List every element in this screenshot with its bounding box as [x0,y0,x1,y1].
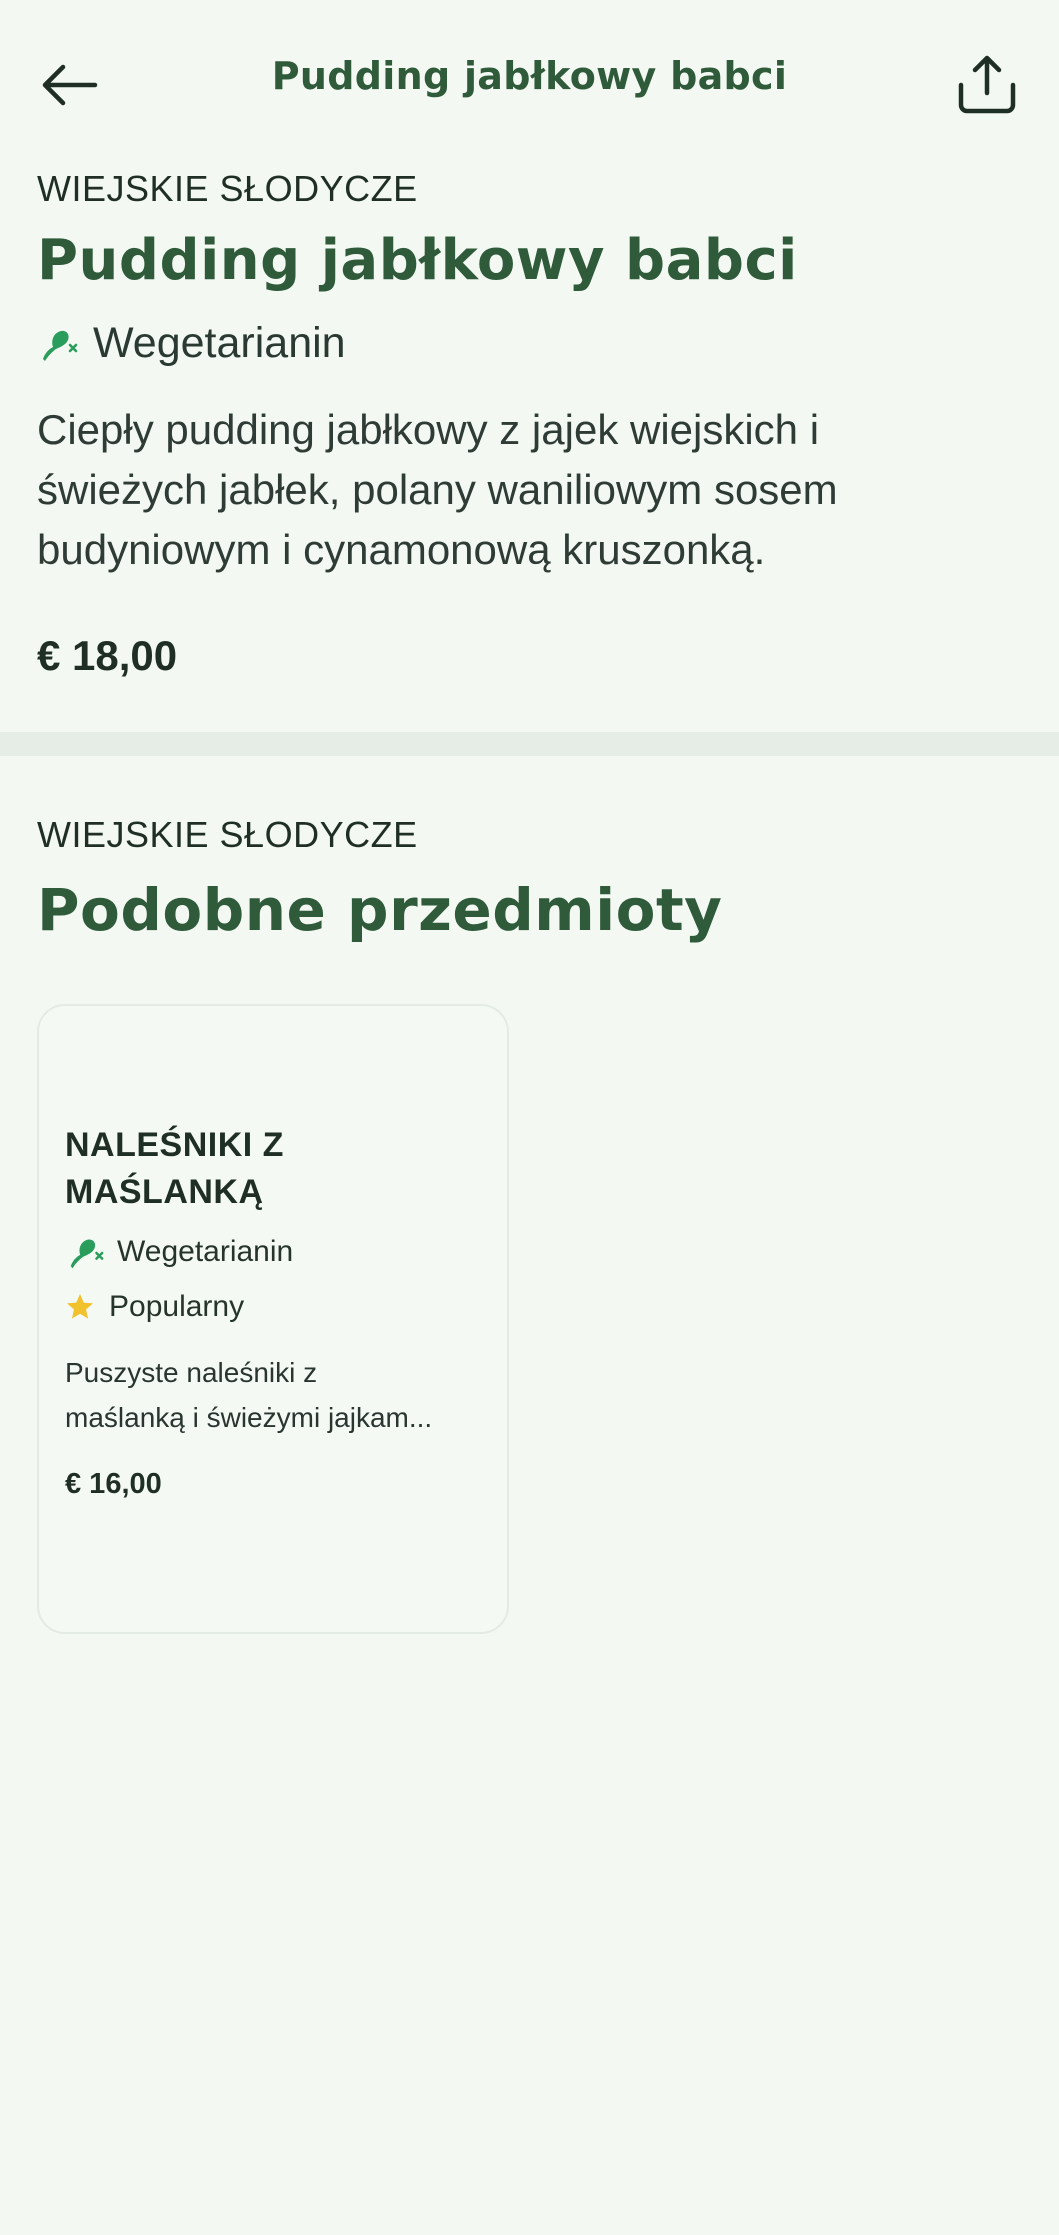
page-title: Pudding jabłkowy babci [271,54,788,98]
card-title: NALEŚNIKI Z MAŚLANKĄ [65,1122,481,1216]
section-divider [0,732,1059,756]
top-bar: Pudding jabłkowy babci [0,0,1059,168]
vegetarian-tag-label: Wegetarianin [93,319,346,367]
item-price: € 18,00 [37,632,178,679]
share-button[interactable] [950,48,1024,122]
similar-item-card[interactable]: NALEŚNIKI Z MAŚLANKĄ Wegetarianin Popula… [37,1004,509,1634]
card-tag-label: Popularny [109,1290,245,1323]
item-description: Ciepły pudding jabłkowy z jajek wiejskic… [37,406,838,573]
card-description: Puszyste naleśniki z maślanką i świeżymi… [65,1350,485,1440]
card-title-line: MAŚLANKĄ [65,1173,264,1211]
vegetarian-tag: Wegetarianin [37,319,1022,368]
card-price: € 16,00 [65,1468,162,1500]
similar-items-section: WIEJSKIE SŁODYCZE Podobne przedmioty NAL… [0,756,1059,1634]
item-details: WIEJSKIE SŁODYCZE Pudding jabłkowy babci… [0,168,1059,680]
item-category: WIEJSKIE SŁODYCZE [37,168,418,209]
star-icon [65,1292,95,1322]
card-description-line: maślanką i świeżymi jajkam... [65,1402,433,1433]
similar-category: WIEJSKIE SŁODYCZE [37,814,418,855]
vegetarian-icon [37,323,79,365]
card-tag-label: Wegetarianin [117,1235,294,1268]
item-title: Pudding jabłkowy babci [37,228,798,293]
card-title-line: NALEŚNIKI Z [65,1126,284,1164]
share-icon [958,55,1016,114]
card-vegetarian-tag: Wegetarianin [65,1232,481,1272]
card-popular-tag: Popularny [65,1290,481,1324]
card-description-line: Puszyste naleśniki z [65,1357,318,1388]
similar-items-title: Podobne przedmioty [37,876,723,944]
vegetarian-icon [65,1232,105,1272]
